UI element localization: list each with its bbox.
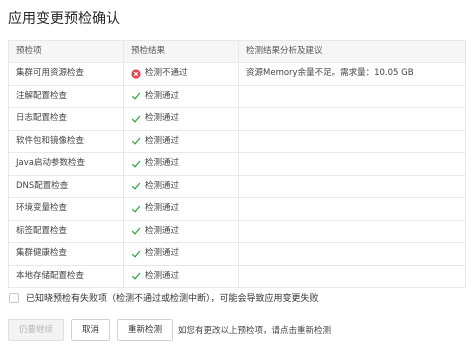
- check-icon: [131, 181, 141, 191]
- precheck-advice: [239, 176, 465, 198]
- precheck-advice: [239, 131, 465, 153]
- table-row: 集群健康检查 检测通过: [9, 243, 465, 266]
- precheck-item-name: 软件包和镜像检查: [9, 130, 124, 152]
- dialog-footer: 仍要继续 取消 重新检测 如您有更改以上预检项，请点击重新检测: [8, 319, 331, 341]
- acknowledge-checkbox[interactable]: [9, 292, 19, 303]
- precheck-item-name: 集群健康检查: [9, 243, 124, 265]
- precheck-result-label: 检测通过: [145, 225, 180, 236]
- precheck-advice: [239, 108, 465, 130]
- check-icon: [131, 226, 141, 236]
- precheck-result-label: 检测通过: [145, 180, 180, 191]
- precheck-advice: 资源Memory余量不足。需求量：10.05 GB: [246, 68, 414, 78]
- table-row: 集群可用资源检查 检测不通过 资源Memory余量不足。需求量：10.05 GB: [9, 63, 465, 86]
- precheck-result-label: 检测通过: [145, 270, 180, 281]
- precheck-result: 检测通过: [124, 108, 239, 130]
- header-item: 预检项: [9, 41, 124, 62]
- check-icon: [131, 159, 141, 169]
- dialog-title: 应用变更预检确认: [8, 11, 120, 27]
- precheck-result: 检测通过: [124, 220, 239, 242]
- check-icon: [131, 249, 141, 259]
- table-row: 日志配置检查 检测通过: [9, 108, 465, 131]
- precheck-item-name: 标签配置检查: [9, 220, 124, 242]
- precheck-item-name: Java启动参数检查: [9, 153, 124, 175]
- check-icon: [131, 271, 141, 281]
- cancel-button[interactable]: 取消: [71, 319, 111, 341]
- continue-button[interactable]: 仍要继续: [8, 319, 65, 341]
- header-result: 预检结果: [124, 41, 239, 62]
- acknowledge-label: 已知晓预检有失败项（检测不通过或检测中断），可能会导致应用变更失败: [26, 294, 319, 304]
- precheck-result-label: 检测通过: [145, 113, 180, 123]
- precheck-advice: [239, 243, 465, 265]
- precheck-result: 检测通过: [124, 243, 239, 265]
- table-row: DNS配置检查 检测通过: [9, 175, 465, 198]
- precheck-result: 检测通过: [124, 153, 239, 175]
- recheck-button[interactable]: 重新检测: [117, 319, 174, 341]
- precheck-result-label: 检测通过: [145, 90, 180, 101]
- precheck-advice: [239, 266, 465, 288]
- precheck-result: 检测不通过: [124, 63, 239, 85]
- check-icon: [131, 114, 141, 124]
- table-header: 预检项 预检结果 检测结果分析及建议: [9, 41, 465, 63]
- precheck-result: 检测通过: [124, 198, 239, 220]
- precheck-result: 检测通过: [124, 85, 239, 107]
- table-row: 注解配置检查 检测通过: [9, 85, 465, 108]
- precheck-result-label: 检测通过: [145, 203, 180, 213]
- check-icon: [131, 204, 141, 214]
- header-advice: 检测结果分析及建议: [246, 46, 323, 56]
- precheck-item-name: 日志配置检查: [9, 108, 124, 130]
- precheck-item-name: 本地存储配置检查: [9, 265, 124, 287]
- error-circle-icon: [131, 69, 141, 79]
- recheck-hint: 如您有更改以上预检项，请点击重新检测: [178, 326, 332, 336]
- precheck-item-name: 注解配置检查: [9, 85, 124, 107]
- precheck-advice: [239, 86, 465, 108]
- table-row: 本地存储配置检查 检测通过: [9, 265, 465, 288]
- check-icon: [131, 136, 141, 146]
- precheck-result-label: 检测不通过: [145, 68, 188, 78]
- precheck-result-label: 检测通过: [145, 158, 180, 168]
- precheck-result: 检测通过: [124, 130, 239, 152]
- check-icon: [131, 91, 141, 101]
- table-row: Java启动参数检查 检测通过: [9, 153, 465, 176]
- precheck-result: 检测通过: [124, 265, 239, 287]
- precheck-item-name: 集群可用资源检查: [9, 63, 124, 85]
- acknowledge-row[interactable]: 已知晓预检有失败项（检测不通过或检测中断），可能会导致应用变更失败: [9, 291, 319, 304]
- precheck-advice: [239, 221, 465, 243]
- precheck-result-label: 检测通过: [145, 135, 180, 146]
- precheck-advice: [239, 153, 465, 175]
- precheck-table: 预检项 预检结果 检测结果分析及建议 集群可用资源检查 检测不通过 资源Memory…: [8, 40, 466, 288]
- precheck-advice: [239, 198, 465, 220]
- precheck-result: 检测通过: [124, 175, 239, 197]
- precheck-item-name: 环境变量检查: [9, 198, 124, 220]
- precheck-result-label: 检测通过: [145, 248, 180, 258]
- table-row: 环境变量检查 检测通过: [9, 198, 465, 221]
- precheck-item-name: DNS配置检查: [9, 175, 124, 197]
- table-row: 软件包和镜像检查 检测通过: [9, 130, 465, 153]
- table-row: 标签配置检查 检测通过: [9, 220, 465, 243]
